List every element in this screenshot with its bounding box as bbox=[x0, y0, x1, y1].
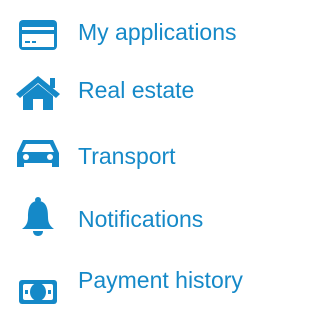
menu-item-payment-history[interactable]: Payment history bbox=[0, 262, 270, 326]
bell-icon bbox=[8, 197, 68, 237]
menu-item-label: Notifications bbox=[78, 206, 204, 232]
menu-item-label: My applications bbox=[78, 19, 237, 45]
car-icon bbox=[8, 134, 68, 174]
menu-item-label: Real estate bbox=[78, 77, 195, 103]
side-menu: My applications Real estate Transport No… bbox=[0, 0, 270, 329]
menu-item-notifications[interactable]: Notifications bbox=[0, 195, 270, 241]
menu-item-label: Transport bbox=[78, 143, 176, 169]
banknote-icon bbox=[8, 272, 68, 312]
house-icon bbox=[8, 72, 68, 112]
menu-item-label: Payment history bbox=[78, 267, 243, 293]
credit-card-icon bbox=[8, 14, 68, 54]
menu-item-real-estate[interactable]: Real estate bbox=[0, 72, 270, 112]
menu-item-my-applications[interactable]: My applications bbox=[0, 14, 270, 54]
menu-item-transport[interactable]: Transport bbox=[0, 134, 270, 178]
